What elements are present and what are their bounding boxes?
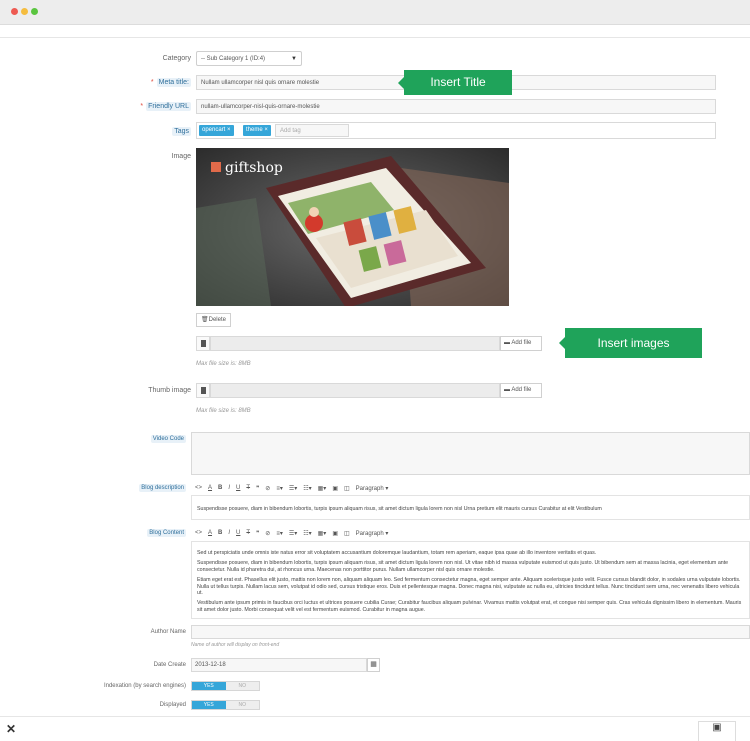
content-editor-toolbar: <> A B I U T ❞ ⊘ ≡▾ ☰▾ ☷▾ ▦▾ ▣ ◫ Paragra…	[191, 526, 750, 540]
thumb-image-label: Thumb image	[148, 387, 191, 394]
tag-chip[interactable]: theme ×	[243, 125, 271, 136]
top-strip	[0, 25, 750, 38]
folder-open-icon: ▬	[504, 387, 510, 393]
description-text: Suspendisse posuere, diam in bibendum lo…	[197, 506, 602, 512]
text-color-icon[interactable]: A	[208, 530, 212, 536]
underline-icon[interactable]: U	[236, 530, 240, 536]
friendly-url-label: * Friendly URL	[140, 102, 191, 111]
close-icon[interactable]: ✕	[6, 722, 16, 736]
file-icon	[196, 336, 210, 351]
category-select[interactable]: -- Sub Category 1 (ID:4) ▼	[196, 51, 302, 66]
thumb-max-size-hint: Max file size is: 8MB	[196, 408, 251, 414]
text-color-icon[interactable]: A	[208, 485, 212, 491]
align-icon[interactable]: ≡▾	[276, 485, 283, 492]
bold-icon[interactable]: B	[218, 485, 222, 491]
code-icon[interactable]: <>	[195, 485, 202, 491]
file-icon	[196, 383, 210, 398]
indexation-no[interactable]: NO	[225, 682, 259, 690]
trash-icon: 🗑	[201, 317, 209, 323]
author-name-hint: Name of author will display on front-end	[191, 642, 280, 648]
tags-input[interactable]	[196, 122, 716, 139]
displayed-yes[interactable]: YES	[192, 701, 226, 709]
content-paragraph: Etiam eget erat est. Phasellus elit just…	[197, 577, 741, 597]
calendar-icon[interactable]: ▦	[367, 658, 380, 672]
code-icon[interactable]: <>	[195, 530, 202, 536]
bullet-list-icon[interactable]: ☰▾	[289, 485, 297, 492]
video-code-textarea[interactable]	[191, 432, 750, 475]
displayed-label: Displayed	[159, 702, 186, 708]
bullet-list-icon[interactable]: ☰▾	[289, 530, 297, 537]
table-icon[interactable]: ▦▾	[318, 530, 327, 537]
tag-chip[interactable]: opencart ×	[199, 125, 234, 136]
media-icon[interactable]: ◫	[344, 530, 350, 537]
close-window-dot[interactable]	[11, 8, 18, 15]
bold-icon[interactable]: B	[218, 530, 222, 536]
content-paragraph: Sed ut perspiciatis unde omnis iste natu…	[197, 550, 597, 556]
content-paragraph: Suspendisse posuere, diam in bibendum lo…	[197, 560, 729, 573]
add-file-button[interactable]: ▬ Add file	[500, 336, 542, 351]
link-icon[interactable]: ⊘	[265, 530, 270, 537]
date-create-label: Date Create	[153, 662, 186, 668]
underline-icon[interactable]: U	[236, 485, 240, 491]
image-label: Image	[171, 153, 191, 160]
paragraph-format-select[interactable]: Paragraph ▾	[356, 485, 389, 492]
blog-description-label: Blog description	[139, 484, 186, 492]
numbered-list-icon[interactable]: ☷▾	[303, 485, 311, 492]
blog-description-editor[interactable]: Suspendisse posuere, diam in bibendum lo…	[191, 495, 750, 520]
image-icon[interactable]: ▣	[332, 485, 338, 492]
max-size-hint: Max file size is: 8MB	[196, 361, 251, 367]
window-titlebar	[0, 0, 750, 25]
meta-title-label: * Meta title:	[150, 78, 191, 87]
displayed-toggle[interactable]: YES NO	[191, 700, 260, 710]
add-tag-input[interactable]: Add tag	[275, 124, 349, 137]
strikethrough-icon[interactable]: T	[246, 530, 250, 536]
insert-title-callout: Insert Title	[398, 70, 512, 95]
minimize-window-dot[interactable]	[21, 8, 28, 15]
indexation-yes[interactable]: YES	[192, 682, 226, 690]
media-icon[interactable]: ◫	[344, 485, 350, 492]
content-paragraph: Vestibulum ante ipsum primis in faucibus…	[197, 600, 742, 613]
italic-icon[interactable]: I	[228, 530, 230, 536]
indexation-label: Indexation (by search engines)	[103, 683, 186, 689]
blog-content-label: Blog Content	[147, 529, 186, 537]
italic-icon[interactable]: I	[228, 485, 230, 491]
giftshop-preview-illustration: giftshop	[196, 148, 509, 306]
tags-label: Tags	[172, 127, 191, 136]
align-icon[interactable]: ≡▾	[276, 530, 283, 537]
paragraph-format-select[interactable]: Paragraph ▾	[356, 530, 389, 537]
category-label: Category	[162, 55, 191, 62]
delete-image-button[interactable]: 🗑Delete	[196, 313, 231, 327]
form-footer: ✕ ▣	[0, 716, 750, 741]
author-name-label: Author Name	[150, 629, 186, 635]
giftshop-logo: giftshop	[225, 160, 283, 176]
product-image: giftshop	[196, 148, 509, 306]
save-icon[interactable]: ▣	[698, 721, 736, 741]
thumb-add-file-button[interactable]: ▬ Add file	[500, 383, 542, 398]
thumb-file-input[interactable]	[210, 383, 500, 398]
image-file-input[interactable]	[210, 336, 500, 351]
indexation-toggle[interactable]: YES NO	[191, 681, 260, 691]
friendly-url-input[interactable]: nullam-ullamcorper-nisl-quis-ornare-mole…	[196, 99, 716, 114]
video-code-label: Video Code	[150, 435, 186, 443]
date-create-input[interactable]: 2013-12-18	[191, 658, 367, 672]
description-editor-toolbar: <> A B I U T ❞ ⊘ ≡▾ ☰▾ ☷▾ ▦▾ ▣ ◫ Paragra…	[191, 481, 750, 495]
quote-icon[interactable]: ❞	[256, 485, 259, 492]
table-icon[interactable]: ▦▾	[318, 485, 327, 492]
chevron-down-icon: ▼	[291, 56, 297, 62]
image-icon[interactable]: ▣	[332, 530, 338, 537]
maximize-window-dot[interactable]	[31, 8, 38, 15]
folder-open-icon: ▬	[504, 340, 510, 346]
numbered-list-icon[interactable]: ☷▾	[303, 530, 311, 537]
category-value: -- Sub Category 1 (ID:4)	[201, 56, 266, 62]
author-name-input[interactable]	[191, 625, 750, 639]
displayed-no[interactable]: NO	[225, 701, 259, 709]
link-icon[interactable]: ⊘	[265, 485, 270, 492]
insert-images-callout: Insert images	[559, 328, 702, 358]
blog-content-editor[interactable]: Sed ut perspiciatis unde omnis iste natu…	[191, 541, 750, 619]
quote-icon[interactable]: ❞	[256, 530, 259, 537]
strikethrough-icon[interactable]: T	[246, 485, 250, 491]
